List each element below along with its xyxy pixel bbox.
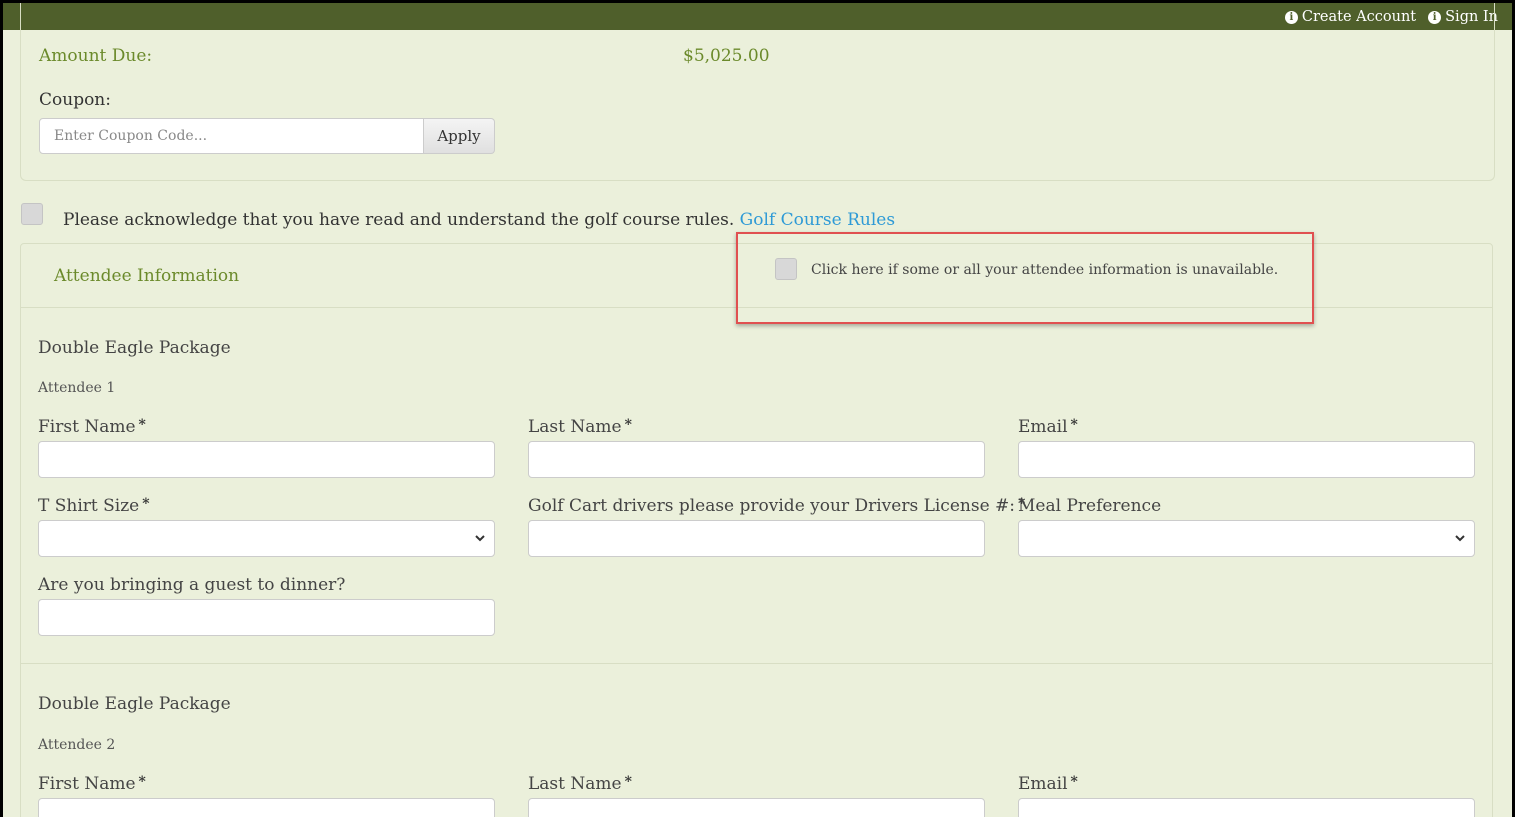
coupon-input-group: Apply: [39, 118, 495, 154]
attendee-number: Attendee 1: [38, 380, 116, 396]
acknowledge-rules-text: Please acknowledge that you have read an…: [63, 210, 895, 230]
first-name-label-text: First Name: [38, 774, 136, 794]
drivers-license-label-text: Golf Cart drivers please provide your Dr…: [528, 496, 1015, 516]
drivers-license-input[interactable]: [528, 520, 985, 557]
email-input[interactable]: [1018, 441, 1475, 478]
email-label: Email *: [1018, 417, 1078, 437]
first-name-input[interactable]: [38, 441, 495, 478]
coupon-label: Coupon:: [39, 90, 111, 110]
acknowledge-rules-label: Please acknowledge that you have read an…: [63, 210, 735, 230]
last-name-label-text: Last Name: [528, 774, 622, 794]
meal-preference-select[interactable]: [1018, 520, 1475, 557]
chevron-down-icon: [1455, 535, 1465, 542]
required-asterisk: *: [1070, 417, 1078, 433]
tshirt-size-select[interactable]: [38, 520, 495, 557]
required-asterisk: *: [1070, 774, 1078, 790]
package-title: Double Eagle Package: [38, 694, 231, 714]
page-frame: i Create Account i Sign In Amount Due: $…: [3, 3, 1512, 817]
attendee-number: Attendee 2: [38, 737, 116, 753]
required-asterisk: *: [142, 496, 150, 512]
coupon-code-input[interactable]: [39, 118, 424, 154]
first-name-label: First Name *: [38, 774, 146, 794]
first-name-label: First Name *: [38, 417, 146, 437]
required-asterisk: *: [138, 774, 146, 790]
last-name-label-text: Last Name: [528, 417, 622, 437]
required-asterisk: *: [624, 774, 632, 790]
email-label-text: Email: [1018, 417, 1068, 437]
drivers-license-label: Golf Cart drivers please provide your Dr…: [528, 496, 1025, 516]
tshirt-size-label-text: T Shirt Size: [38, 496, 140, 516]
annotation-highlight-box: [736, 232, 1314, 324]
last-name-label: Last Name *: [528, 417, 632, 437]
first-name-label-text: First Name: [38, 417, 136, 437]
email-label-text: Email: [1018, 774, 1068, 794]
required-asterisk: *: [624, 417, 632, 433]
last-name-input[interactable]: [528, 441, 985, 478]
apply-coupon-button[interactable]: Apply: [424, 118, 495, 154]
tshirt-size-label: T Shirt Size *: [38, 496, 150, 516]
chevron-down-icon: [475, 535, 485, 542]
email-input[interactable]: [1018, 798, 1475, 817]
attendee-divider: [21, 663, 1492, 664]
last-name-label: Last Name *: [528, 774, 632, 794]
first-name-input[interactable]: [38, 798, 495, 817]
payment-summary-panel: [20, 3, 1495, 181]
golf-course-rules-link[interactable]: Golf Course Rules: [740, 210, 895, 230]
email-label: Email *: [1018, 774, 1078, 794]
required-asterisk: *: [138, 417, 146, 433]
amount-due-value: $5,025.00: [683, 46, 770, 66]
guest-dinner-input[interactable]: [38, 599, 495, 636]
last-name-input[interactable]: [528, 798, 985, 817]
amount-due-label: Amount Due:: [39, 46, 153, 66]
package-title: Double Eagle Package: [38, 338, 231, 358]
guest-dinner-label: Are you bringing a guest to dinner?: [38, 575, 346, 595]
acknowledge-rules-checkbox[interactable]: [21, 203, 43, 225]
attendee-information-title: Attendee Information: [54, 266, 240, 286]
meal-preference-label: Meal Preference: [1018, 496, 1162, 516]
